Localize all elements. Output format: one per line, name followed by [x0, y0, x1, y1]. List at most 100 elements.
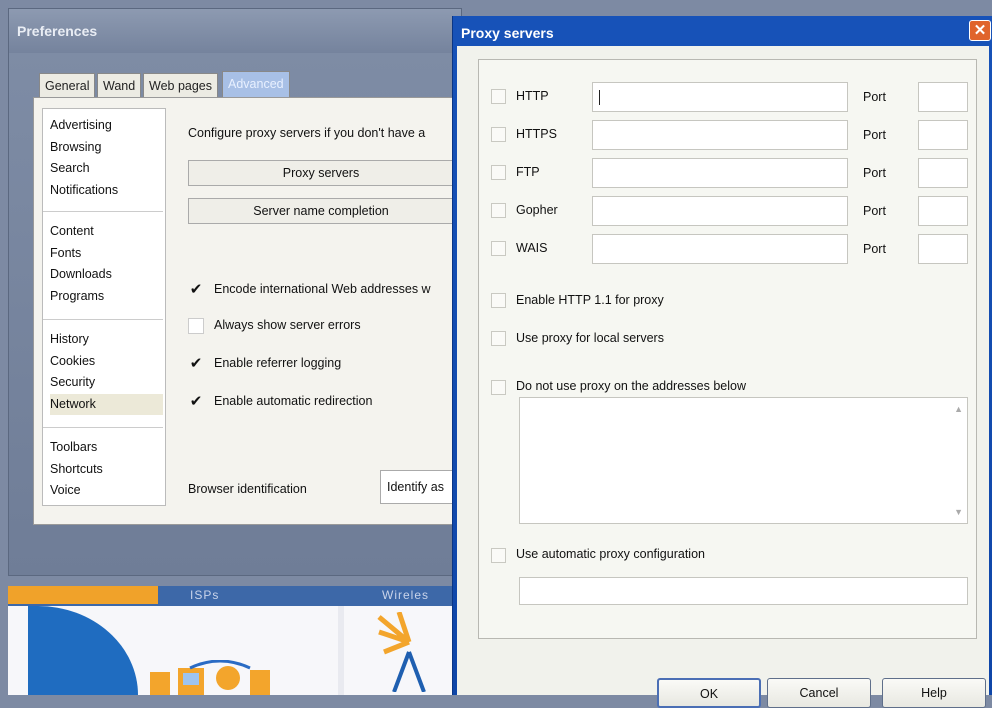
option-label: Always show server errors: [214, 318, 361, 332]
help-button[interactable]: Help: [882, 678, 986, 708]
protocol-label: HTTP: [516, 89, 549, 103]
background-accent-bar: [8, 586, 158, 604]
no-proxy-option[interactable]: Do not use proxy on the addresses below: [479, 378, 976, 398]
proxy-servers-button[interactable]: Proxy servers: [188, 160, 454, 186]
option-referrer-logging[interactable]: ✔ Enable referrer logging: [188, 352, 341, 374]
gopher-proxy-input[interactable]: [592, 196, 848, 226]
advanced-category-list: Advertising Browsing Search Notification…: [42, 108, 166, 506]
dialog-title: Proxy servers: [461, 25, 554, 41]
option-label: Use automatic proxy configuration: [516, 547, 705, 561]
category-downloads[interactable]: Downloads: [50, 264, 163, 286]
port-label: Port: [863, 242, 886, 256]
gopher-port-input[interactable]: [918, 196, 968, 226]
option-label: Enable referrer logging: [214, 356, 342, 370]
category-content[interactable]: Content: [50, 221, 163, 243]
tab-general[interactable]: General: [39, 73, 96, 97]
use-proxy-local-option[interactable]: Use proxy for local servers: [479, 329, 976, 349]
proxy-row-gopher: Gopher Port: [479, 196, 976, 226]
protocol-label: Gopher: [516, 203, 558, 217]
ok-button[interactable]: OK: [657, 678, 761, 708]
checkmark-icon: ✔: [189, 354, 203, 372]
no-proxy-checkbox[interactable]: [491, 380, 506, 395]
background-tab-isps: ISPs: [190, 588, 220, 602]
advanced-panel: Advertising Browsing Search Notification…: [33, 97, 463, 525]
http-port-input[interactable]: [918, 82, 968, 112]
auto-proxy-option[interactable]: Use automatic proxy configuration: [479, 546, 976, 566]
background-tab-wireless: Wireles: [382, 588, 430, 602]
no-proxy-addresses-textarea[interactable]: ▲ ▼: [519, 397, 968, 524]
protocol-label: HTTPS: [516, 127, 557, 141]
cancel-button[interactable]: Cancel: [767, 678, 871, 708]
browser-identification-label: Browser identification: [188, 482, 307, 496]
auto-proxy-checkbox[interactable]: [491, 548, 506, 563]
checkmark-icon: ✔: [189, 280, 203, 298]
category-group-1: Advertising Browsing Search Notification…: [43, 115, 163, 201]
category-toolbars[interactable]: Toolbars: [50, 437, 163, 459]
category-divider: [43, 427, 163, 428]
category-group-2: Content Fonts Downloads Programs: [43, 221, 163, 307]
wais-proxy-input[interactable]: [592, 234, 848, 264]
ftp-proxy-input[interactable]: [592, 158, 848, 188]
ftp-port-input[interactable]: [918, 158, 968, 188]
proxy-servers-dialog: Proxy servers ✕ HTTP Port HTTPS Port FTP: [452, 16, 992, 708]
https-proxy-input[interactable]: [592, 120, 848, 150]
option-label: Enable automatic redirection: [214, 394, 373, 408]
http-proxy-input[interactable]: [592, 82, 848, 112]
enable-http11-checkbox[interactable]: [491, 293, 506, 308]
http-checkbox[interactable]: [491, 89, 506, 104]
ftp-checkbox[interactable]: [491, 165, 506, 180]
port-label: Port: [863, 90, 886, 104]
category-fonts[interactable]: Fonts: [50, 243, 163, 265]
enable-http11-option[interactable]: Enable HTTP 1.1 for proxy: [479, 291, 976, 311]
proxy-row-ftp: FTP Port: [479, 158, 976, 188]
use-proxy-local-checkbox[interactable]: [491, 331, 506, 346]
preferences-title: Preferences: [17, 23, 98, 39]
wais-checkbox[interactable]: [491, 241, 506, 256]
tab-advanced[interactable]: Advanced: [222, 71, 290, 98]
category-notifications[interactable]: Notifications: [50, 180, 163, 202]
wais-port-input[interactable]: [918, 234, 968, 264]
protocol-label: WAIS: [516, 241, 548, 255]
proxy-row-wais: WAIS Port: [479, 234, 976, 264]
category-group-3: History Cookies Security Network: [43, 329, 163, 415]
category-programs[interactable]: Programs: [50, 286, 163, 308]
auto-proxy-url-input[interactable]: [519, 577, 968, 605]
scroll-up-icon[interactable]: ▲: [954, 404, 963, 414]
https-checkbox[interactable]: [491, 127, 506, 142]
computers-icon: [150, 660, 270, 695]
antenna-icon: [377, 612, 426, 692]
category-network[interactable]: Network: [50, 393, 163, 415]
option-automatic-redirection[interactable]: ✔ Enable automatic redirection: [188, 390, 373, 412]
option-label: Do not use proxy on the addresses below: [516, 379, 746, 393]
protocol-label: FTP: [516, 165, 540, 179]
option-label: Encode international Web addresses w: [214, 282, 431, 296]
dialog-body: HTTP Port HTTPS Port FTP Port Gopher Por…: [457, 46, 989, 708]
category-search[interactable]: Search: [50, 158, 163, 180]
category-cookies[interactable]: Cookies: [50, 351, 163, 373]
proxy-settings-group: HTTP Port HTTPS Port FTP Port Gopher Por…: [478, 59, 977, 639]
gopher-checkbox[interactable]: [491, 203, 506, 218]
tab-web-pages[interactable]: Web pages: [143, 73, 219, 97]
close-icon[interactable]: ✕: [969, 20, 991, 41]
port-label: Port: [863, 204, 886, 218]
server-name-completion-button[interactable]: Server name completion: [188, 198, 454, 224]
https-port-input[interactable]: [918, 120, 968, 150]
text-caret: [599, 90, 600, 105]
browser-identification-select[interactable]: Identify as: [380, 470, 454, 504]
tab-wand[interactable]: Wand: [97, 73, 142, 97]
category-browsing[interactable]: Browsing: [50, 137, 163, 159]
checkmark-icon: ✔: [189, 392, 203, 410]
checkbox-icon: [188, 317, 204, 334]
category-voice[interactable]: Voice: [50, 480, 163, 502]
preferences-titlebar: Preferences: [9, 9, 461, 53]
category-shortcuts[interactable]: Shortcuts: [50, 459, 163, 481]
option-encode-international[interactable]: ✔ Encode international Web addresses w: [188, 278, 431, 300]
category-advertising[interactable]: Advertising: [50, 115, 163, 137]
option-always-show-errors[interactable]: Always show server errors: [188, 314, 361, 336]
scroll-down-icon[interactable]: ▼: [954, 507, 963, 517]
proxy-row-https: HTTPS Port: [479, 120, 976, 150]
category-security[interactable]: Security: [50, 372, 163, 394]
category-group-4: Toolbars Shortcuts Voice: [43, 437, 163, 502]
category-divider: [43, 319, 163, 320]
category-history[interactable]: History: [50, 329, 163, 351]
